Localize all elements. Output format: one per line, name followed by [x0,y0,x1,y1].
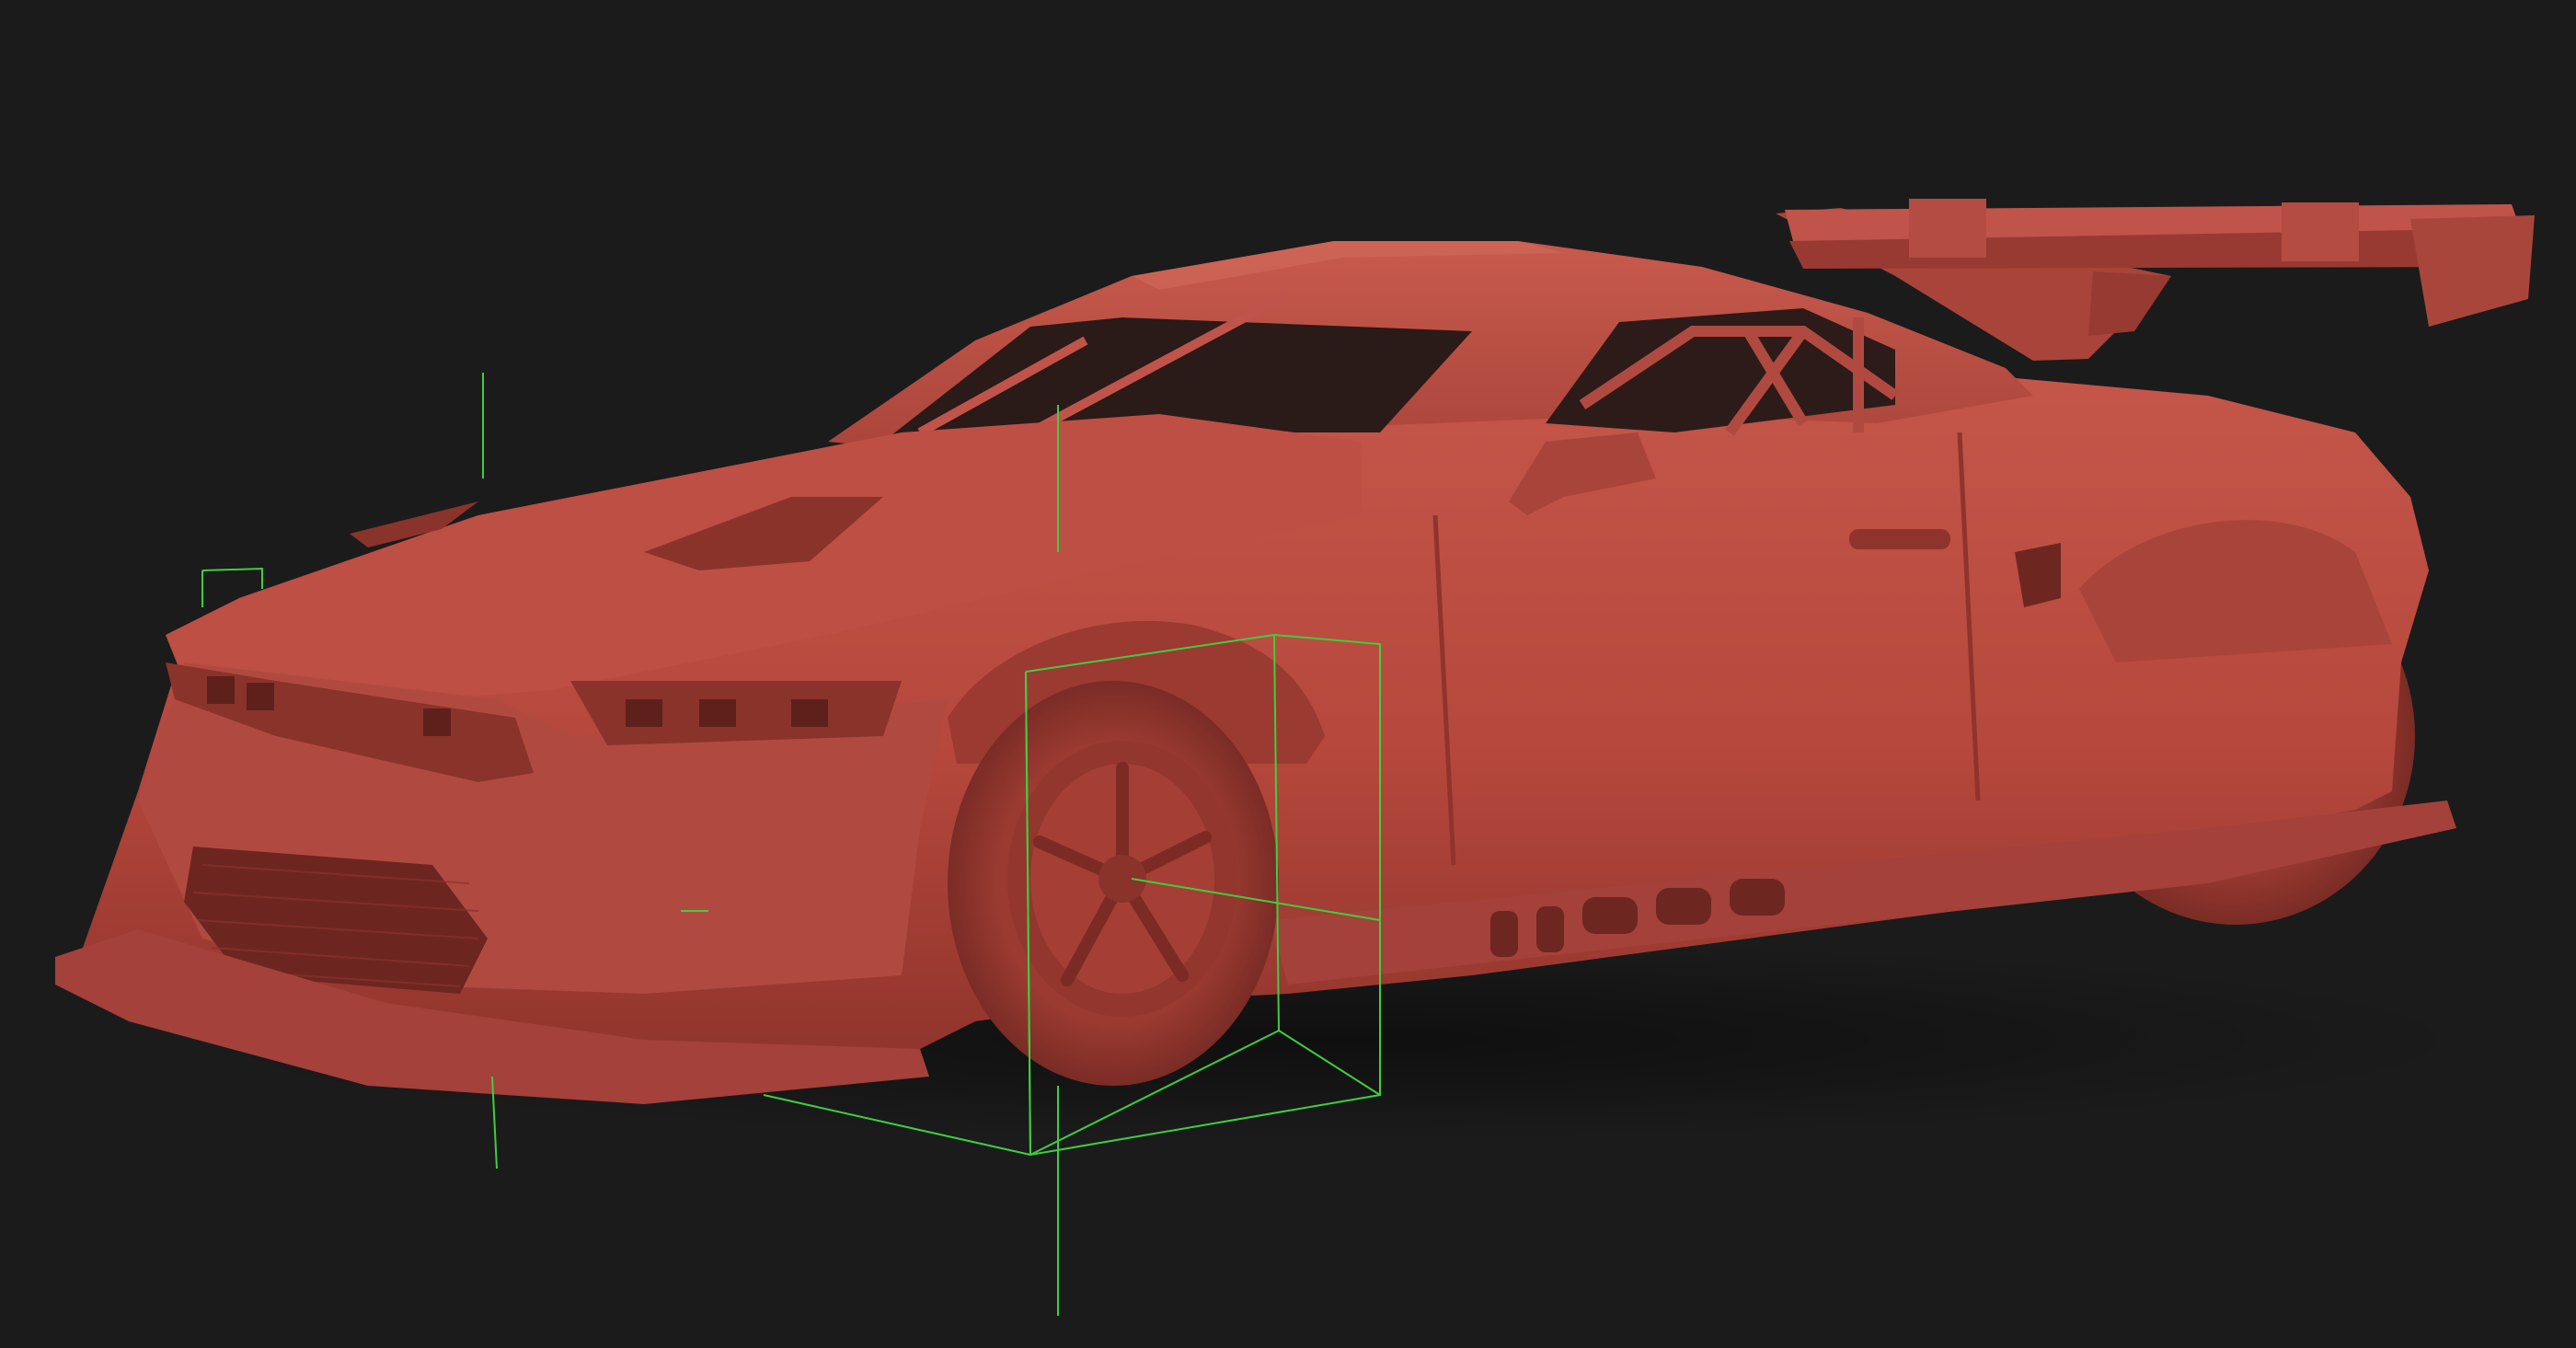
viewport-canvas[interactable] [0,0,2576,1348]
3d-viewport[interactable] [0,0,2576,1348]
front-wheel [948,681,1279,1086]
